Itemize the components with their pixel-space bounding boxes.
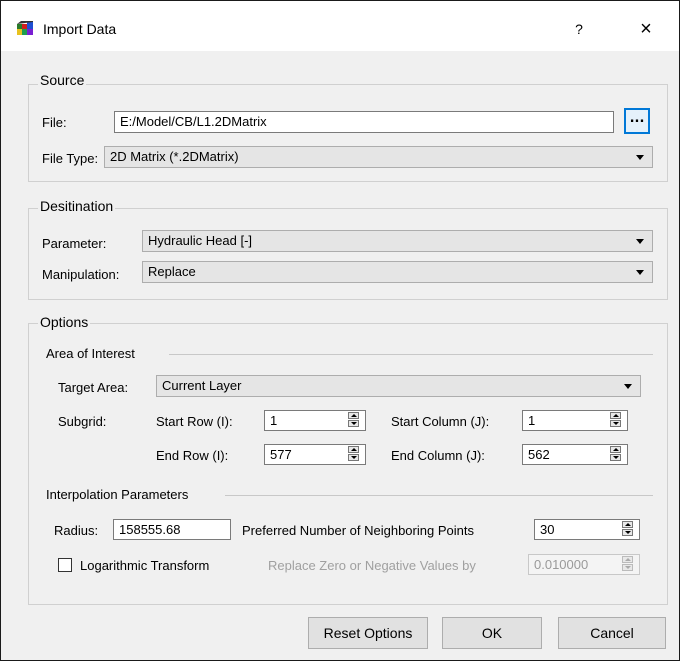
window-title: Import Data bbox=[43, 21, 117, 37]
close-button[interactable]: × bbox=[626, 15, 666, 43]
start-row-spinbox[interactable]: 1 bbox=[264, 410, 366, 432]
file-type-label: File Type: bbox=[42, 151, 99, 166]
title-bar: Import Data ? × bbox=[1, 1, 679, 51]
file-path-field[interactable]: E:/Model/CB/L1.2DMatrix bbox=[114, 111, 614, 133]
neighbors-stepper[interactable] bbox=[622, 521, 635, 538]
area-of-interest-divider bbox=[169, 354, 653, 355]
subgrid-label: Subgrid: bbox=[58, 414, 107, 429]
browse-button[interactable]: ... bbox=[624, 108, 650, 134]
start-column-spinbox[interactable]: 1 bbox=[522, 410, 628, 432]
parameter-label: Parameter: bbox=[42, 236, 107, 251]
stepper-up-icon bbox=[622, 556, 633, 563]
file-label: File: bbox=[42, 115, 67, 130]
radius-input[interactable]: 158555.68 bbox=[113, 519, 231, 540]
manipulation-value: Replace bbox=[148, 264, 196, 279]
destination-group-title: Desitination bbox=[38, 198, 116, 214]
neighbors-label: Preferred Number of Neighboring Points bbox=[242, 523, 474, 538]
interpolation-divider bbox=[225, 495, 653, 496]
stepper-up-icon[interactable] bbox=[348, 412, 359, 419]
stepper-up-icon[interactable] bbox=[610, 446, 621, 453]
stepper-up-icon[interactable] bbox=[348, 446, 359, 453]
ok-button[interactable]: OK bbox=[442, 617, 542, 649]
replace-zero-spinbox: 0.010000 bbox=[528, 554, 640, 576]
replace-zero-label: Replace Zero or Negative Values by bbox=[268, 558, 476, 573]
import-data-dialog: Import Data ? × Source File: E:/Model/CB… bbox=[0, 0, 680, 661]
end-column-spinbox[interactable]: 562 bbox=[522, 444, 628, 466]
end-row-label: End Row (I): bbox=[156, 448, 229, 463]
target-area-dropdown[interactable]: Current Layer bbox=[156, 375, 641, 397]
chevron-down-icon bbox=[636, 239, 644, 244]
source-group-title: Source bbox=[38, 72, 87, 88]
stepper-down-icon[interactable] bbox=[348, 454, 359, 461]
manipulation-label: Manipulation: bbox=[42, 267, 120, 282]
start-row-label: Start Row (I): bbox=[156, 414, 233, 429]
radius-label: Radius: bbox=[54, 523, 99, 538]
parameter-dropdown[interactable]: Hydraulic Head [-] bbox=[142, 230, 653, 252]
end-column-label: End Column (J): bbox=[391, 448, 485, 463]
stepper-down-icon[interactable] bbox=[610, 420, 621, 427]
neighbors-spinbox[interactable]: 30 bbox=[534, 519, 640, 541]
reset-options-button[interactable]: Reset Options bbox=[308, 617, 428, 649]
stepper-up-icon[interactable] bbox=[610, 412, 621, 419]
stepper-down-icon[interactable] bbox=[622, 529, 633, 536]
chevron-down-icon bbox=[636, 270, 644, 275]
interpolation-title: Interpolation Parameters bbox=[46, 487, 189, 502]
target-area-value: Current Layer bbox=[162, 378, 242, 393]
cancel-button[interactable]: Cancel bbox=[558, 617, 666, 649]
file-type-value: 2D Matrix (*.2DMatrix) bbox=[110, 149, 239, 164]
start-row-stepper[interactable] bbox=[348, 412, 361, 429]
app-logo-icon bbox=[17, 21, 33, 35]
end-column-stepper[interactable] bbox=[610, 446, 623, 463]
area-of-interest-title: Area of Interest bbox=[46, 346, 135, 361]
target-area-label: Target Area: bbox=[58, 380, 129, 395]
stepper-down-icon[interactable] bbox=[610, 454, 621, 461]
end-row-spinbox[interactable]: 577 bbox=[264, 444, 366, 466]
options-group-title: Options bbox=[38, 314, 91, 330]
stepper-down-icon[interactable] bbox=[348, 420, 359, 427]
file-type-dropdown[interactable]: 2D Matrix (*.2DMatrix) bbox=[104, 146, 653, 168]
replace-zero-stepper bbox=[622, 556, 635, 573]
help-button[interactable]: ? bbox=[559, 15, 599, 43]
manipulation-dropdown[interactable]: Replace bbox=[142, 261, 653, 283]
stepper-up-icon[interactable] bbox=[622, 521, 633, 528]
log-transform-checkbox[interactable] bbox=[58, 558, 72, 572]
log-transform-label[interactable]: Logarithmic Transform bbox=[80, 558, 209, 573]
start-column-label: Start Column (J): bbox=[391, 414, 490, 429]
stepper-down-icon bbox=[622, 564, 633, 571]
chevron-down-icon bbox=[624, 384, 632, 389]
parameter-value: Hydraulic Head [-] bbox=[148, 233, 253, 248]
start-column-stepper[interactable] bbox=[610, 412, 623, 429]
chevron-down-icon bbox=[636, 155, 644, 160]
end-row-stepper[interactable] bbox=[348, 446, 361, 463]
destination-group bbox=[28, 208, 668, 300]
